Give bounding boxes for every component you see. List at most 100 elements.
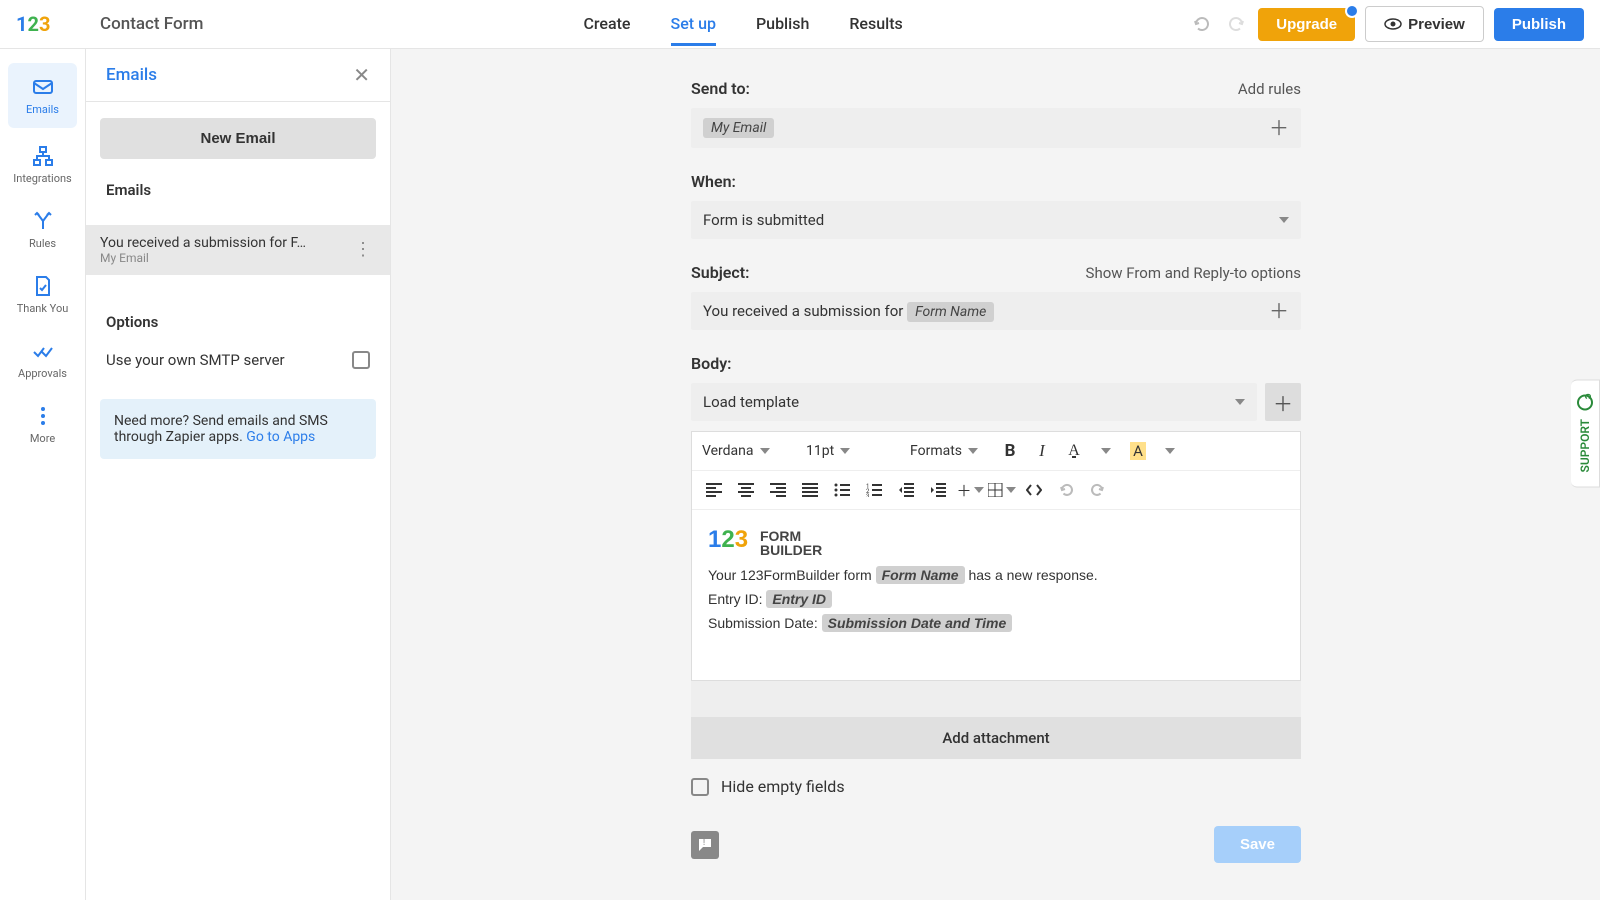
hide-empty-label: Hide empty fields (721, 777, 845, 796)
nav-rules[interactable]: Rules (0, 197, 85, 262)
publish-button[interactable]: Publish (1494, 8, 1584, 41)
tab-create[interactable]: Create (583, 2, 630, 46)
when-field: When: Form is submitted (691, 172, 1301, 239)
tab-setup[interactable]: Set up (671, 2, 716, 46)
nav-rules-label: Rules (0, 237, 85, 250)
font-size-select[interactable]: 11pt (804, 439, 904, 463)
formats-select[interactable]: Formats (908, 439, 992, 463)
body-chip-formname[interactable]: Form Name (876, 566, 965, 584)
redo-icon[interactable] (1224, 12, 1248, 36)
text-color-picker-icon[interactable] (1092, 438, 1120, 464)
align-left-icon[interactable] (700, 477, 728, 503)
hide-empty-checkbox[interactable] (691, 778, 709, 796)
form-title[interactable]: Contact Form (100, 14, 203, 34)
editor-undo-icon[interactable] (1052, 477, 1080, 503)
bg-color-picker-icon[interactable] (1156, 438, 1184, 464)
bg-color-icon[interactable]: A (1124, 438, 1152, 464)
save-button[interactable]: Save (1214, 826, 1301, 863)
plus-icon[interactable]: ＋ (1269, 121, 1289, 135)
body-field: Body: Load template ＋ (691, 354, 1301, 421)
add-attachment-button[interactable]: Add attachment (691, 717, 1301, 759)
load-template-select[interactable]: Load template (691, 383, 1257, 421)
load-template-label: Load template (703, 393, 799, 411)
font-family-select[interactable]: Verdana (700, 439, 800, 463)
insert-menu-icon[interactable]: ＋ (956, 477, 984, 503)
add-rules-link[interactable]: Add rules (1238, 80, 1301, 98)
bottom-row: ! Save (691, 826, 1301, 863)
new-email-button[interactable]: New Email (100, 118, 376, 159)
upgrade-label: Upgrade (1276, 16, 1337, 33)
subject-input[interactable]: You received a submission for Form Name … (691, 292, 1301, 330)
close-icon[interactable]: ✕ (353, 63, 370, 87)
nav-more[interactable]: More (0, 392, 85, 457)
editor-toolbar-row2: 123 ＋ (692, 471, 1300, 510)
chevron-down-icon (1279, 217, 1289, 223)
table-icon[interactable] (988, 477, 1016, 503)
numbered-list-icon[interactable]: 123 (860, 477, 888, 503)
plus-icon[interactable]: ＋ (1269, 304, 1289, 318)
go-to-apps-link[interactable]: Go to Apps (246, 429, 315, 445)
align-right-icon[interactable] (764, 477, 792, 503)
when-select[interactable]: Form is submitted (691, 201, 1301, 239)
code-icon[interactable] (1020, 477, 1048, 503)
bullet-list-icon[interactable] (828, 477, 856, 503)
nav-thankyou[interactable]: Thank You (0, 262, 85, 327)
tab-results[interactable]: Results (849, 2, 902, 46)
emails-list-header: Emails (106, 181, 370, 199)
attachment-drop-zone[interactable] (691, 681, 1301, 717)
show-from-link[interactable]: Show From and Reply-to options (1086, 264, 1301, 282)
preview-label: Preview (1408, 16, 1465, 33)
indent-icon[interactable] (924, 477, 952, 503)
align-center-icon[interactable] (732, 477, 760, 503)
page-icon (0, 274, 85, 298)
nav-emails[interactable]: Emails (8, 63, 77, 128)
undo-icon[interactable] (1190, 12, 1214, 36)
body-chip-date[interactable]: Submission Date and Time (822, 614, 1013, 632)
bold-icon[interactable]: B (996, 438, 1024, 464)
chevron-down-icon (840, 448, 850, 454)
feedback-icon[interactable]: ! (691, 831, 719, 859)
side-panel: Emails ✕ New Email Emails You received a… (86, 49, 391, 900)
nav-more-label: More (0, 432, 85, 445)
send-to-chip[interactable]: My Email (703, 118, 774, 138)
support-icon (1577, 395, 1593, 411)
chevron-down-icon (1235, 399, 1245, 405)
panel-header: Emails ✕ (86, 49, 390, 102)
italic-icon[interactable]: I (1028, 438, 1056, 464)
send-to-input[interactable]: My Email ＋ (691, 108, 1301, 148)
tab-publish[interactable]: Publish (756, 2, 809, 46)
nav-integrations-label: Integrations (0, 172, 85, 185)
support-tab[interactable]: SUPPORT (1571, 380, 1600, 488)
notification-dot-icon (1345, 4, 1359, 18)
svg-text:3: 3 (866, 493, 869, 497)
body-line1-pre: Your 123FormBuilder form (708, 567, 876, 583)
svg-text:!: ! (703, 838, 705, 848)
email-item-subtitle: My Email (100, 251, 350, 265)
main-content: Send to: Add rules My Email ＋ When: Form… (391, 49, 1600, 900)
editor-redo-icon[interactable] (1084, 477, 1112, 503)
subject-prefix: You received a submission for (703, 302, 907, 320)
panel-title: Emails (106, 65, 157, 85)
branch-icon (0, 209, 85, 233)
nav-integrations[interactable]: Integrations (0, 132, 85, 197)
body-label: Body: (691, 354, 732, 373)
kebab-icon[interactable]: ⋮ (350, 247, 376, 253)
body-chip-entryid[interactable]: Entry ID (766, 590, 832, 608)
eye-icon (1384, 15, 1402, 33)
checks-icon (0, 339, 85, 363)
editor-content[interactable]: 123 FORMBUILDER Your 123FormBuilder form… (692, 510, 1300, 680)
email-list-item[interactable]: You received a submission for F… My Emai… (86, 225, 390, 275)
body-line1-post: has a new response. (965, 567, 1098, 583)
outdent-icon[interactable] (892, 477, 920, 503)
body-logo: 123 FORMBUILDER (708, 526, 1284, 557)
smtp-option-row: Use your own SMTP server (100, 341, 376, 379)
upgrade-button[interactable]: Upgrade (1258, 8, 1355, 41)
text-color-icon[interactable]: A (1060, 438, 1088, 464)
email-item-title: You received a submission for F… (100, 235, 350, 251)
align-justify-icon[interactable] (796, 477, 824, 503)
plus-icon[interactable]: ＋ (1265, 383, 1301, 421)
nav-approvals[interactable]: Approvals (0, 327, 85, 392)
preview-button[interactable]: Preview (1365, 6, 1484, 42)
subject-chip[interactable]: Form Name (907, 302, 994, 322)
smtp-checkbox[interactable] (352, 351, 370, 369)
